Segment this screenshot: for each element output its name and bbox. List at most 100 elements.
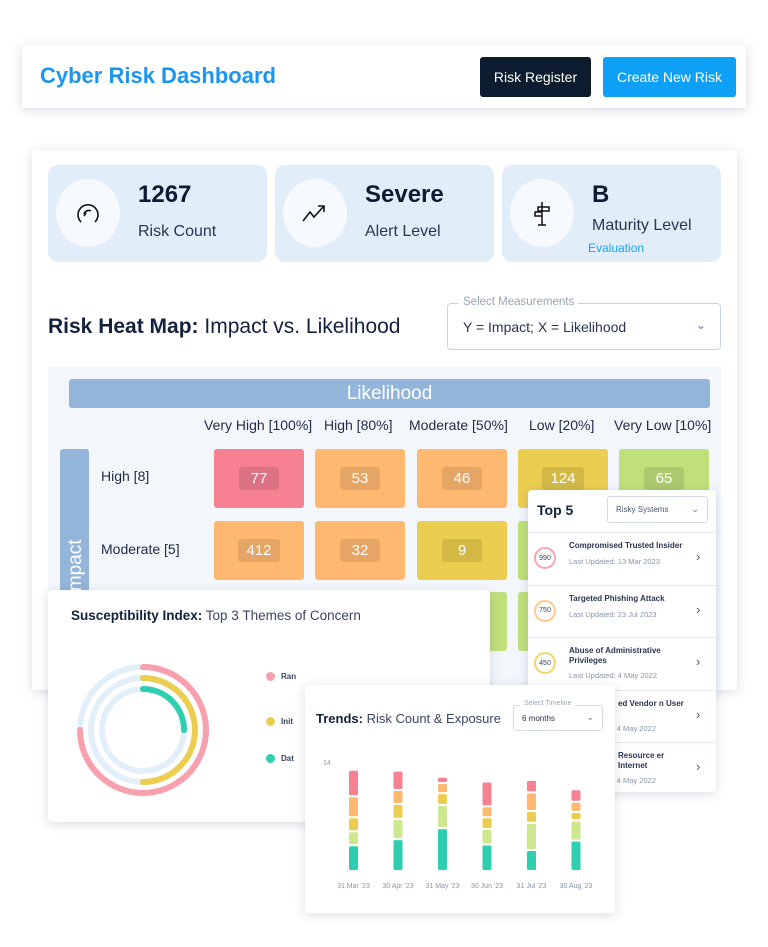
bar-segment[interactable] xyxy=(438,805,447,828)
impact-axis-label: Impact xyxy=(60,449,89,609)
heatmap-cell[interactable]: 9 xyxy=(417,521,507,580)
updated-label: Last Updated: xyxy=(569,557,616,566)
bar-segment[interactable] xyxy=(349,797,358,817)
title-bold: Trends: xyxy=(316,711,363,726)
chevron-down-icon: ⌄ xyxy=(586,712,594,722)
app-header: Cyber Risk Dashboard Risk Register Creat… xyxy=(22,45,746,108)
chevron-right-icon[interactable]: › xyxy=(696,707,700,722)
last-updated: Last Updated: 4 May 2022 xyxy=(569,671,657,680)
bar-segment[interactable] xyxy=(571,812,581,820)
row-header: High [8] xyxy=(101,468,150,484)
x-tick-label: 30 Aug '23 xyxy=(560,883,593,890)
heatmap-cell[interactable]: 32 xyxy=(315,521,405,580)
top5-list-item[interactable]: 990 Compromised Trusted Insider Last Updat… xyxy=(528,532,716,584)
chevron-right-icon[interactable]: › xyxy=(696,602,700,617)
bar-segment[interactable] xyxy=(482,829,492,844)
top5-list-item[interactable]: 750 Targeted Phishing Attack Last Updated:… xyxy=(528,584,716,637)
updated-date: 4 May 2022 xyxy=(616,776,656,785)
risk-register-button[interactable]: Risk Register xyxy=(480,57,591,97)
select-value: Y = Impact; X = Likelihood xyxy=(463,319,627,335)
cell-count: 32 xyxy=(340,539,380,562)
cell-count: 77 xyxy=(239,467,279,490)
cell-count: 124 xyxy=(542,467,584,490)
bar-segment[interactable] xyxy=(482,818,492,828)
heatmap-cell[interactable]: 412 xyxy=(214,521,304,580)
chevron-right-icon[interactable]: › xyxy=(696,759,700,774)
risk-name: Resource er Internet xyxy=(618,751,665,770)
chevron-right-icon[interactable]: › xyxy=(696,549,700,564)
bar-segment[interactable] xyxy=(438,794,447,804)
theme-legend-item: Dat xyxy=(266,754,294,764)
measurements-select[interactable]: Select Measurements Y = Impact; X = Like… xyxy=(447,296,721,350)
bar-segment[interactable] xyxy=(349,846,358,870)
risky-systems-select[interactable]: Risky Systems ⌄ xyxy=(607,496,708,523)
legend-dot xyxy=(266,717,275,727)
bar-segment[interactable] xyxy=(393,840,403,870)
cell-count: 46 xyxy=(442,467,482,490)
top5-title: Top 5 xyxy=(537,502,574,518)
column-header: Very High [100%] xyxy=(204,417,313,433)
bar-segment[interactable] xyxy=(393,819,403,839)
stat-card-risk-count[interactable]: 1267 Risk Count xyxy=(48,165,267,262)
bar-segment[interactable] xyxy=(482,807,492,817)
stat-card-maturity-level[interactable]: B Maturity Level Evaluation xyxy=(502,165,721,262)
heatmap-cell[interactable]: 53 xyxy=(315,449,405,508)
updated-date: 23 Jul 2023 xyxy=(617,609,657,619)
bar-segment[interactable] xyxy=(393,791,403,804)
updated-date: 13 Mar 2023 xyxy=(617,557,660,566)
bar-segment[interactable] xyxy=(482,782,492,806)
bar-segment[interactable] xyxy=(527,850,536,870)
column-header: Low [20%] xyxy=(529,417,595,433)
bar-segment[interactable] xyxy=(527,780,536,792)
create-new-risk-button[interactable]: Create New Risk xyxy=(603,57,736,97)
heatmap-cell[interactable]: 46 xyxy=(417,449,507,508)
bar-segment[interactable] xyxy=(438,829,447,870)
stat-card-alert-level[interactable]: Severe Alert Level xyxy=(275,165,494,262)
stat-label: Alert Level xyxy=(365,223,441,240)
theme-legend-item: Init xyxy=(266,717,293,727)
bar-segment[interactable] xyxy=(571,821,581,840)
updated-date: 4 May 2022 xyxy=(617,671,657,680)
stat-value: B xyxy=(592,181,610,208)
x-tick-label: 31 May '23 xyxy=(425,883,459,890)
chevron-down-icon: ⌄ xyxy=(691,504,699,514)
legend-label: Init xyxy=(281,717,293,726)
bar-segment[interactable] xyxy=(393,805,403,818)
legend-label: Dat xyxy=(281,754,294,763)
bar-segment[interactable] xyxy=(571,790,581,801)
evaluation-link[interactable]: Evaluation xyxy=(588,241,644,255)
bar-segment[interactable] xyxy=(482,845,492,870)
timeline-select[interactable]: Select Timeline 6 months ⌄ xyxy=(513,700,603,731)
top5-list-item[interactable]: 450 Abuse of Administrative Privileges Las… xyxy=(528,637,716,689)
app-title: Cyber Risk Dashboard xyxy=(40,63,276,88)
bar-segment[interactable] xyxy=(571,802,581,811)
updated-label: Last Updated: xyxy=(569,609,616,619)
bar-segment[interactable] xyxy=(527,812,536,822)
select-value: Risky Systems xyxy=(616,505,669,514)
chevron-down-icon: ⌄ xyxy=(695,318,706,332)
bar-segment[interactable] xyxy=(438,777,447,783)
bar-segment[interactable] xyxy=(349,818,358,831)
bar-segment[interactable] xyxy=(393,771,403,790)
select-value: 6 months xyxy=(522,714,555,723)
trend-up-icon xyxy=(283,179,347,247)
column-header: High [80%] xyxy=(324,417,393,433)
heatmap-title: Risk Heat Map: Impact vs. Likelihood xyxy=(48,315,400,339)
row-header: Moderate [5] xyxy=(101,541,180,557)
bar-segment[interactable] xyxy=(527,823,536,849)
heatmap-cell[interactable]: 77 xyxy=(214,449,304,508)
susceptibility-title: Susceptibility Index: Top 3 Themes of Co… xyxy=(71,608,361,623)
bar-segment[interactable] xyxy=(527,793,536,811)
bar-segment[interactable] xyxy=(349,832,358,845)
risk-name: Abuse of Administrative Privileges xyxy=(569,646,661,665)
cell-count: 53 xyxy=(340,467,380,490)
signpost-icon xyxy=(510,179,574,247)
bar-segment[interactable] xyxy=(571,841,581,870)
stat-value: Severe xyxy=(365,181,444,208)
column-header: Moderate [50%] xyxy=(409,417,508,433)
title-rest: Risk Count & Exposure xyxy=(362,711,501,726)
bar-segment[interactable] xyxy=(438,784,447,793)
chevron-right-icon[interactable]: › xyxy=(696,654,700,669)
bar-segment[interactable] xyxy=(349,770,358,796)
y-tick-label: 14 xyxy=(323,760,331,767)
